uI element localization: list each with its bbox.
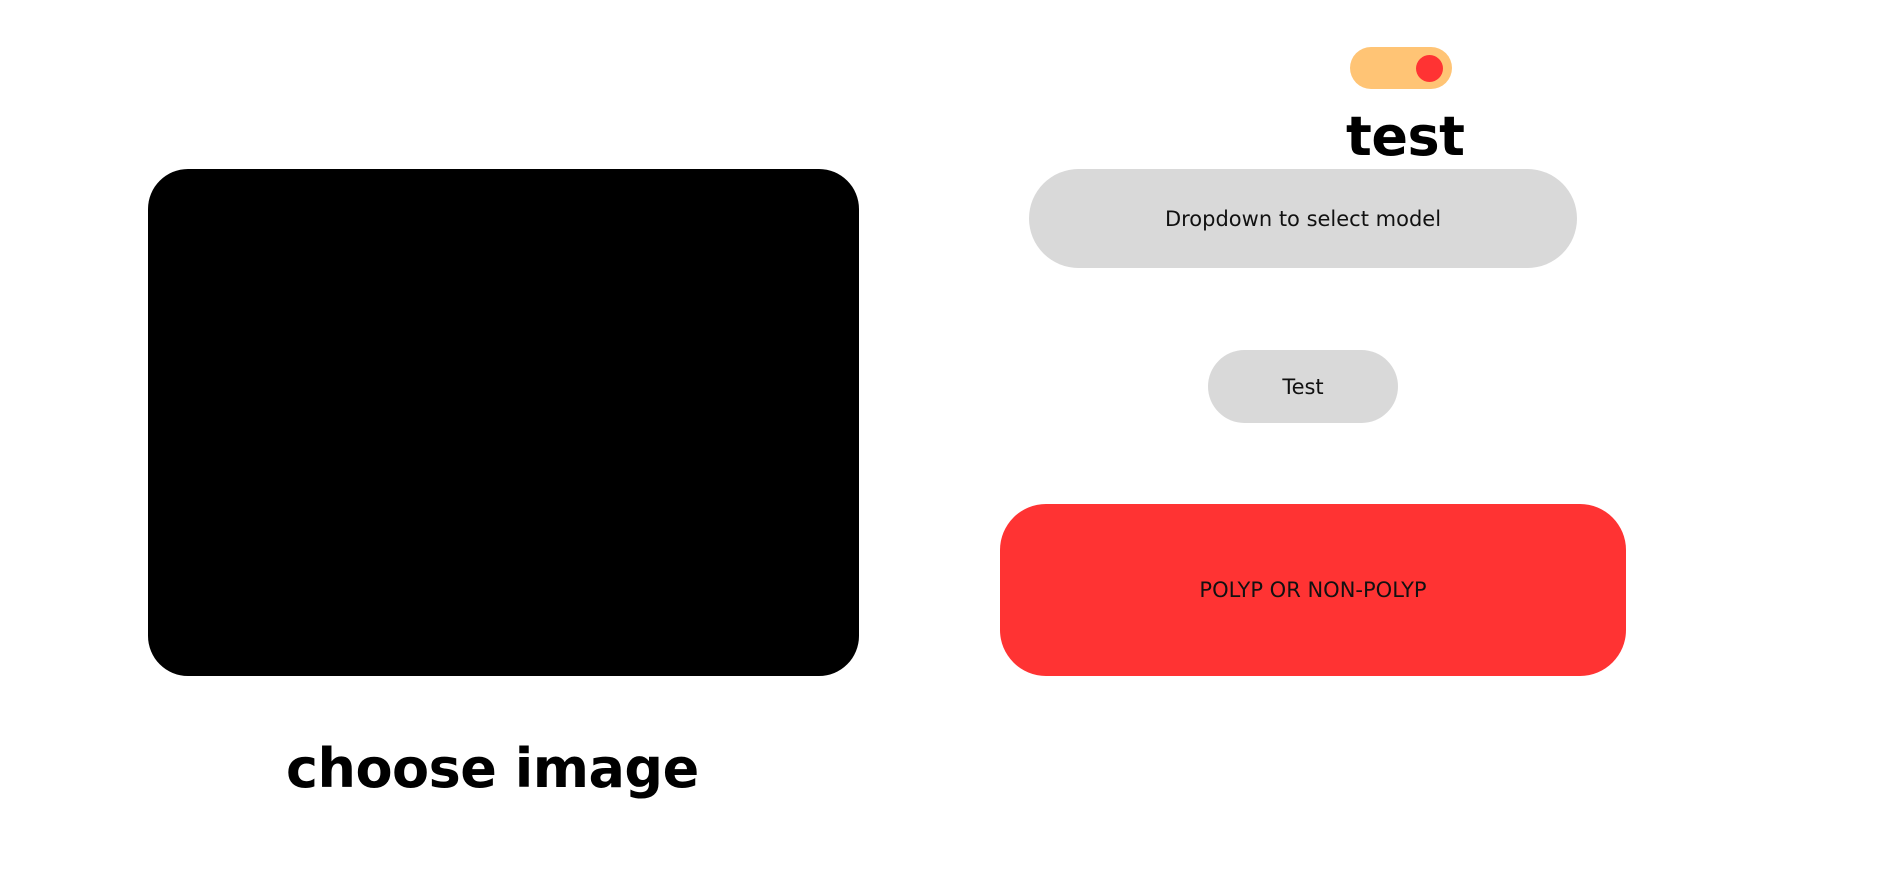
mode-toggle[interactable] — [1350, 47, 1452, 89]
result-box: POLYP OR NON-POLYP — [1000, 504, 1626, 676]
app-canvas: choose image test Dropdown to select mod… — [0, 0, 1897, 889]
image-preview[interactable] — [148, 169, 859, 676]
mode-label: test — [1346, 105, 1465, 168]
choose-image-button[interactable]: choose image — [286, 733, 699, 805]
toggle-knob — [1416, 55, 1443, 82]
model-dropdown[interactable]: Dropdown to select model — [1029, 169, 1577, 268]
test-button[interactable]: Test — [1208, 350, 1398, 423]
